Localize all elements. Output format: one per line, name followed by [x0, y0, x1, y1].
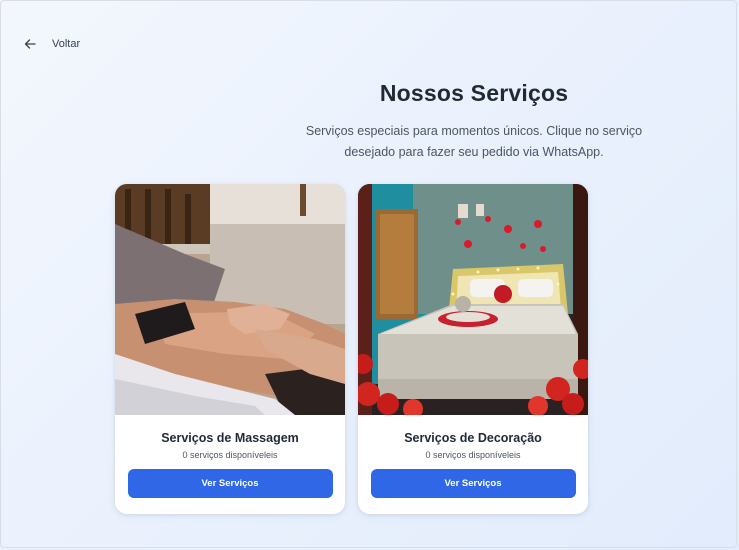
view-services-button[interactable]: Ver Serviços: [127, 469, 333, 498]
service-count: 0 serviços disponíveleis: [182, 450, 278, 460]
service-card-decoration[interactable]: Serviços de Decoração 0 serviços disponí…: [358, 184, 588, 514]
arrow-left-icon: [22, 36, 38, 52]
service-name: Serviços de Massagem: [161, 431, 299, 445]
view-services-button[interactable]: Ver Serviços: [370, 469, 576, 498]
page-subtitle: Serviços especiais para momentos únicos.…: [305, 124, 643, 159]
service-name: Serviços de Decoração: [404, 431, 542, 445]
decorated-bedroom-photo: [358, 184, 588, 415]
back-link[interactable]: Voltar: [22, 34, 80, 54]
service-count: 0 serviços disponíveleis: [425, 450, 521, 460]
page-title: Nossos Serviços: [379, 80, 569, 106]
service-card-massage[interactable]: Serviços de Massagem 0 serviços disponív…: [115, 184, 345, 514]
back-label: Voltar: [52, 38, 81, 50]
massage-photo: [115, 184, 345, 415]
